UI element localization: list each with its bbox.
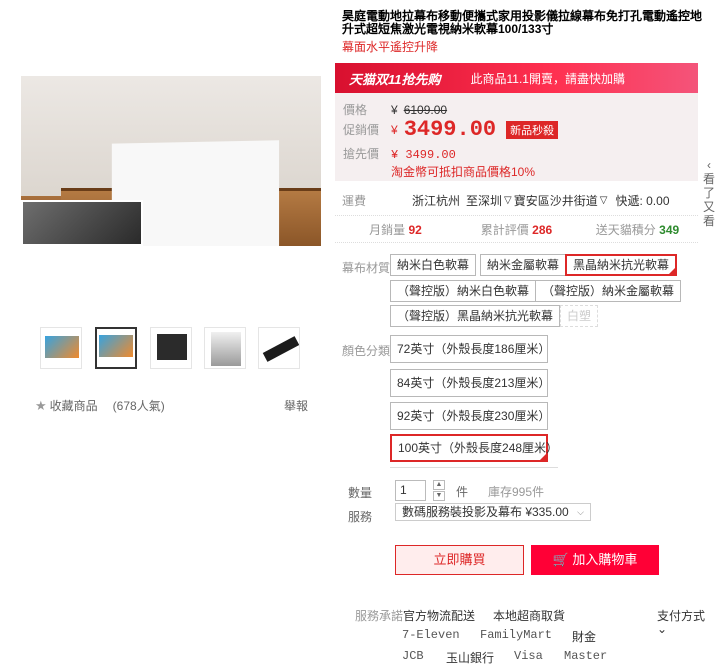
service-select[interactable]: 數碼服務裝投影及幕布 ¥335.00 ⌵ <box>395 503 591 521</box>
promo-price-currency: ¥ <box>391 122 398 137</box>
pay-familymart: FamilyMart <box>480 628 553 642</box>
report-link[interactable]: 舉報 <box>284 397 308 414</box>
points-label: 送天貓積分 <box>595 222 656 237</box>
shipping-from: 浙江杭州 <box>412 194 461 208</box>
pay-jcb: JCB <box>402 649 424 663</box>
monthly-sales-value: 92 <box>408 222 422 237</box>
quantity-label: 數量 <box>348 486 373 500</box>
thumbnail-1[interactable] <box>40 327 82 369</box>
material-option-5[interactable]: （聲控版）納米金屬軟幕 <box>535 280 682 302</box>
pay-esun: 玉山銀行 <box>446 651 495 665</box>
shipping-to-city[interactable]: 深圳 <box>478 192 502 209</box>
quantity-decrease-icon[interactable]: ▼ <box>433 491 445 501</box>
promise-item-1: 官方物流配送 <box>403 609 476 623</box>
double11-message: 此商品11.1開賣，請盡快加購 <box>470 71 625 86</box>
monthly-sales-label: 月銷量 <box>369 222 406 237</box>
promo-price-row: 促銷價 ¥ 3499.00 新品秒殺 <box>343 117 559 142</box>
color-option-4[interactable]: 100英寸（外殼長度248厘米） <box>390 434 558 462</box>
thumbnail-3[interactable] <box>150 327 192 369</box>
collect-button[interactable]: ★ 收藏商品 (678人氣) <box>35 397 165 414</box>
material-option-7[interactable]: 白塑 <box>560 305 599 327</box>
tmall-points: 送天貓積分 349 <box>577 221 698 238</box>
chevron-left-icon: ‹ <box>707 158 711 172</box>
product-title: 昊庭電動地拉幕布移動便攜式家用投影儀拉線幕布免打孔電動遙控地升式超短焦激光電視納… <box>342 9 703 36</box>
shipping-label: 運費 <box>342 194 367 208</box>
see-also-label: 看了又看 <box>702 172 715 228</box>
material-option-4[interactable]: （聲控版）納米白色軟幕 <box>390 280 537 302</box>
promise-item-2: 本地超商取貨 <box>493 609 566 623</box>
color-label: 顏色分類 <box>342 344 391 358</box>
thumbnail-strip <box>40 327 310 371</box>
image-inset-detail <box>21 200 143 246</box>
main-product-image[interactable] <box>21 76 321 246</box>
product-subtitle: 幕面水平遙控升降 <box>342 40 439 54</box>
rush-price-row: 搶先價 ¥ 3499.00 <box>343 145 456 162</box>
chevron-down-icon[interactable]: ⌄ <box>657 622 667 636</box>
shipping-fee: 快遞: 0.00 <box>615 194 670 208</box>
add-to-cart-label: 加入購物車 <box>572 552 638 567</box>
color-option-list[interactable]: 72英寸（外殼長度186厘米） 84英寸（外殼長度213厘米） 92英寸（外殼長… <box>390 335 558 468</box>
original-price-value: 6109.00 <box>403 103 448 117</box>
original-price-label: 價格 <box>343 103 368 117</box>
original-price-row: 價格 ¥ 6109.00 <box>343 101 447 118</box>
star-icon: ★ <box>35 397 47 413</box>
shipping-to-district[interactable]: 寶安區沙井街道 <box>514 192 598 209</box>
pay-visa: Visa <box>514 649 543 663</box>
shipping-row: 運費 浙江杭州 至 深圳 ▽ 寶安區沙井街道 ▽ 快遞: 0.00 <box>342 192 670 209</box>
stock-count: 庫存995件 <box>488 485 545 499</box>
chevron-down-icon[interactable]: ▽ <box>600 195 608 206</box>
color-option-2[interactable]: 84英寸（外殼長度213厘米） <box>390 369 550 397</box>
taojinbi-note: 淘金幣可抵扣商品價格10% <box>391 165 536 179</box>
service-label: 服務 <box>348 510 373 524</box>
material-option-6[interactable]: （聲控版）黑晶納米抗光軟幕 <box>390 305 561 327</box>
material-option-1[interactable]: 納米白色軟幕 <box>390 254 477 276</box>
shipping-to-prefix: 至 <box>466 194 479 208</box>
material-option-2[interactable]: 納米金屬軟幕 <box>480 254 567 276</box>
original-price-currency: ¥ <box>391 103 398 117</box>
color-option-3[interactable]: 92英寸（外殼長度230厘米） <box>390 402 550 430</box>
service-promise-label: 服務承諾 <box>355 609 404 623</box>
promo-price-label: 促銷價 <box>343 123 380 137</box>
thumbnail-4[interactable] <box>204 327 246 369</box>
buy-now-button[interactable]: 立即購買 <box>395 545 524 575</box>
pay-fisc: 財金 <box>572 630 597 644</box>
material-option-3[interactable]: 黑晶納米抗光軟幕 <box>565 254 678 276</box>
double11-logo: 天猫双11抢先购 <box>349 71 441 87</box>
points-value: 349 <box>659 222 680 237</box>
popularity-count: (678人氣) <box>112 399 165 413</box>
quantity-increase-icon[interactable]: ▲ <box>433 480 445 490</box>
chevron-down-icon: ⌵ <box>577 507 584 517</box>
thumbnail-2[interactable] <box>95 327 137 369</box>
rush-price-label: 搶先價 <box>343 147 380 161</box>
pay-master: Master <box>564 649 608 663</box>
flash-sale-badge: 新品秒殺 <box>506 120 559 139</box>
chevron-down-icon[interactable]: ▽ <box>504 195 512 206</box>
color-option-1[interactable]: 72英寸（外殼長度186厘米） <box>390 335 550 363</box>
rush-price-value: ¥ 3499.00 <box>391 148 456 162</box>
quantity-input[interactable]: 1 <box>395 480 426 501</box>
double11-banner: 天猫双11抢先购 此商品11.1開賣，請盡快加購 <box>335 63 698 93</box>
promo-price-value: 3499.00 <box>403 117 497 142</box>
pay-7eleven: 7-Eleven <box>402 628 460 642</box>
total-reviews[interactable]: 累計評價 286 <box>456 221 577 238</box>
reviews-value: 286 <box>532 222 553 237</box>
sales-stats: 月銷量 92 累計評價 286 送天貓積分 349 <box>335 215 698 243</box>
add-to-cart-button[interactable]: 🛒 加入購物車 <box>531 545 659 575</box>
monthly-sales: 月銷量 92 <box>335 221 456 238</box>
reviews-label: 累計評價 <box>480 222 529 237</box>
see-also-tab[interactable]: ‹ 看了又看 <box>702 158 716 228</box>
material-label: 幕布材質 <box>342 261 391 275</box>
service-selected: 數碼服務裝投影及幕布 ¥335.00 <box>402 505 569 519</box>
cart-icon: 🛒 <box>552 552 569 567</box>
collect-label: 收藏商品 <box>49 399 98 413</box>
quantity-unit: 件 <box>456 485 469 499</box>
thumbnail-5[interactable] <box>258 327 300 369</box>
price-panel: 價格 ¥ 6109.00 促銷價 ¥ 3499.00 新品秒殺 搶先價 ¥ 34… <box>335 93 698 181</box>
